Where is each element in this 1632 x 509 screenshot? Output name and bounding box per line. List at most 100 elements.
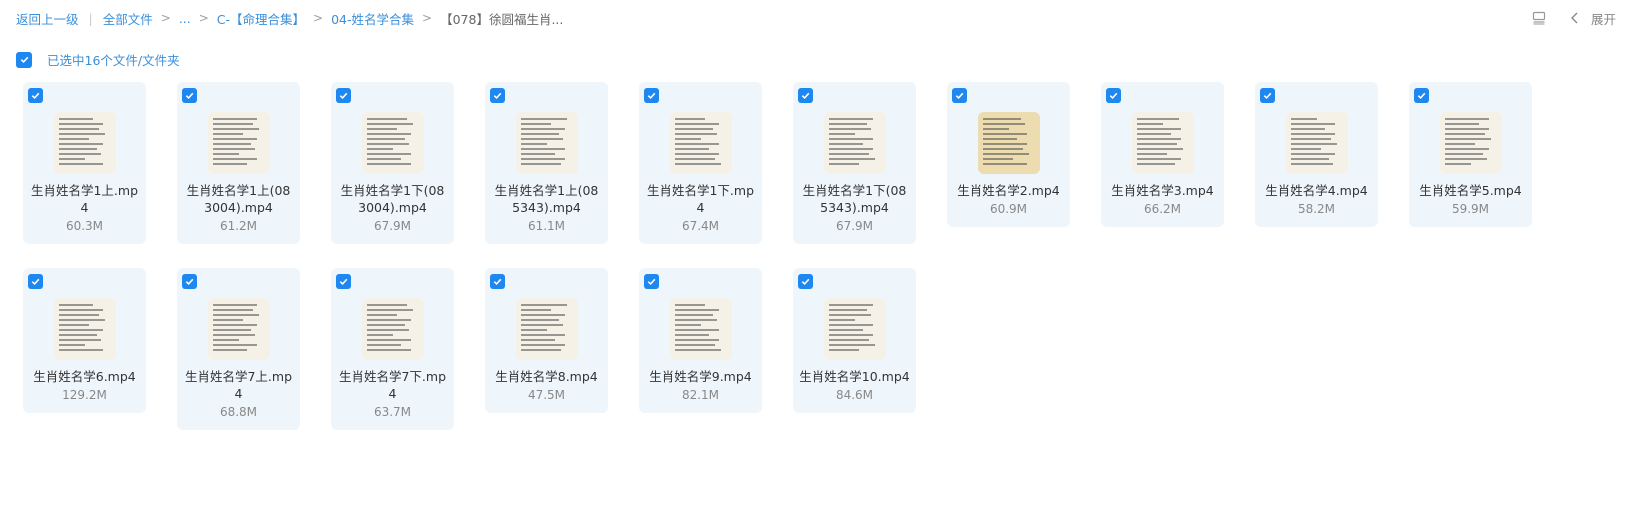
expand-button[interactable]: 展开 [1591,9,1616,28]
thumbnail-text-line [828,304,873,306]
thumbnail-text-line [674,309,719,311]
file-card[interactable]: 生肖姓名学7上.mp4 68.8M [177,268,300,430]
thumbnail-text-line [828,148,873,150]
file-checkbox[interactable] [952,88,967,103]
breadcrumb-ellipsis[interactable]: ... [179,11,191,26]
thumbnail-text-line [366,148,393,150]
file-card[interactable]: 生肖姓名学1上(085343).mp4 61.1M [485,82,608,244]
thumbnail-text-line [520,309,551,311]
thumbnail-text-line [520,163,561,165]
file-card[interactable]: 生肖姓名学4.mp4 58.2M [1255,82,1378,227]
file-card[interactable]: 生肖姓名学3.mp4 66.2M [1101,82,1224,227]
thumbnail-text-line [1136,158,1181,160]
thumbnail-text-line [1444,158,1487,160]
video-thumbnail-icon [823,298,886,360]
thumbnail-text-line [1136,123,1163,125]
select-all-checkbox[interactable] [16,51,32,68]
file-name: 生肖姓名学1下(083004).mp4 [340,183,445,215]
thumbnail-text-line [674,334,709,336]
right-tools: 展开 [1531,9,1616,28]
top-bar: 返回上一级 | 全部文件 > ... > C-【命理合集】 > 04-姓名学合集… [16,8,1616,28]
thumbnail-text-line [674,143,719,145]
back-link[interactable]: 返回上一级 [16,9,79,28]
file-card[interactable]: 生肖姓名学1上(083004).mp4 61.2M [177,82,300,244]
thumbnail-text-line [520,319,559,321]
thumbnail-text-line [58,344,85,346]
list-view-icon[interactable] [1531,10,1547,26]
thumbnail-text-line [828,329,863,331]
video-thumbnail-icon [1131,112,1194,174]
file-checkbox[interactable] [182,274,197,289]
thumbnail-text-line [1136,138,1181,140]
file-checkbox[interactable] [336,274,351,289]
thumbnail-text-line [982,158,1013,160]
thumbnail-text-line [1290,123,1335,125]
file-checkbox[interactable] [798,88,813,103]
video-thumbnail-icon [669,112,732,174]
thumbnail-text-line [520,329,547,331]
video-thumbnail-icon [823,112,886,174]
thumbnail-text-line [674,324,701,326]
breadcrumb-divider: | [88,10,93,26]
thumbnail-text-line [520,339,555,341]
file-checkbox[interactable] [798,274,813,289]
thumbnail-text-line [982,138,1017,140]
file-checkbox[interactable] [336,88,351,103]
file-card[interactable]: 生肖姓名学1下(083004).mp4 67.9M [331,82,454,244]
thumbnail-text-line [520,128,565,130]
thumbnail-text-line [520,123,551,125]
video-thumbnail-icon [1439,112,1502,174]
file-checkbox[interactable] [1414,88,1429,103]
thumbnail-text-line [828,339,869,341]
thumbnail-text-line [1290,163,1333,165]
thumbnail-text-line [212,123,253,125]
video-thumbnail-icon [53,298,116,360]
file-card[interactable]: 生肖姓名学10.mp4 84.6M [793,268,916,413]
thumbnail-text-line [520,153,555,155]
thumbnail-text-line [674,153,719,155]
breadcrumb-folder-2[interactable]: 04-姓名学合集 [331,9,414,28]
selection-count-label: 已选中16个文件/文件夹 [47,53,180,68]
file-size: 84.6M [835,388,874,402]
file-card[interactable]: 生肖姓名学1上.mp4 60.3M [23,82,146,244]
file-size: 129.2M [62,388,107,402]
thumbnail-text-line [520,138,563,140]
file-size: 67.9M [373,219,412,233]
thumbnail-text-line [366,334,393,336]
breadcrumb-folder-1[interactable]: C-【命理合集】 [217,9,305,28]
thumbnail-text-line [58,133,105,135]
thumbnail-text-line [1444,123,1479,125]
file-card[interactable]: 生肖姓名学5.mp4 59.9M [1409,82,1532,227]
file-card[interactable]: 生肖姓名学7下.mp4 63.7M [331,268,454,430]
thumbnail-text-line [58,309,103,311]
file-checkbox[interactable] [1106,88,1121,103]
file-checkbox[interactable] [644,274,659,289]
thumbnail-text-line [212,324,257,326]
video-thumbnail-icon [361,112,424,174]
file-checkbox[interactable] [28,88,43,103]
thumbnail-text-line [58,143,103,145]
file-card[interactable]: 生肖姓名学8.mp4 47.5M [485,268,608,413]
file-card[interactable]: 生肖姓名学1下(085343).mp4 67.9M [793,82,916,244]
thumbnail-text-line [1444,153,1483,155]
file-size: 68.8M [219,405,258,419]
thumbnail-text-line [1444,148,1489,150]
thumbnail-text-line [674,349,721,351]
thumbnail-text-line [58,304,93,306]
file-card[interactable]: 生肖姓名学2.mp4 60.9M [947,82,1070,227]
breadcrumb-separator-icon: > [198,11,209,25]
chevron-left-icon[interactable] [1567,10,1583,26]
file-checkbox[interactable] [28,274,43,289]
file-card[interactable]: 生肖姓名学9.mp4 82.1M [639,268,762,413]
file-checkbox[interactable] [490,274,505,289]
file-name: 生肖姓名学9.mp4 [649,369,752,384]
file-card[interactable]: 生肖姓名学6.mp4 129.2M [23,268,146,413]
thumbnail-text-line [674,304,705,306]
file-card[interactable]: 生肖姓名学1下.mp4 67.4M [639,82,762,244]
file-checkbox[interactable] [490,88,505,103]
thumbnail-text-line [982,148,1023,150]
file-checkbox[interactable] [182,88,197,103]
breadcrumb-all-files[interactable]: 全部文件 [103,9,153,28]
file-checkbox[interactable] [1260,88,1275,103]
file-checkbox[interactable] [644,88,659,103]
